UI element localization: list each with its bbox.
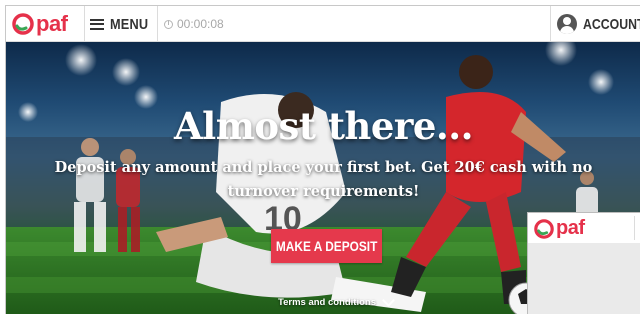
top-navigation-bar: paf MENU 00:00:08 ACCOUNT: [6, 6, 640, 42]
divider: [634, 216, 635, 240]
make-deposit-button[interactable]: MAKE A DEPOSIT: [271, 229, 382, 263]
account-button[interactable]: ACCOUNT: [557, 6, 640, 42]
chevron-down-icon: [382, 294, 395, 307]
nested-app-preview: paf: [527, 212, 640, 314]
hero-subtitle: Deposit any amount and place your first …: [54, 159, 593, 200]
hamburger-icon: [90, 18, 104, 30]
preview-paf-logo[interactable]: paf: [534, 217, 585, 240]
divider: [157, 6, 158, 42]
terms-label: Terms and conditions: [278, 297, 377, 308]
clock-icon: [164, 19, 173, 29]
menu-label: MENU: [110, 15, 149, 33]
menu-button[interactable]: MENU: [90, 6, 155, 42]
session-timer-value: 00:00:08: [177, 17, 224, 31]
preview-brand-wordmark: paf: [556, 217, 585, 239]
session-timer: 00:00:08: [164, 6, 224, 42]
preview-body: [528, 243, 640, 314]
account-label: ACCOUNT: [583, 15, 640, 33]
paf-logo-icon: [12, 13, 34, 35]
preview-header: paf: [528, 213, 640, 244]
user-icon: [557, 14, 577, 34]
divider: [84, 6, 85, 42]
browser-viewport: paf MENU 00:00:08 ACCOUNT 10 Almost ther…: [5, 5, 640, 314]
make-deposit-label: MAKE A DEPOSIT: [275, 238, 378, 254]
divider: [550, 6, 551, 42]
terms-and-conditions-toggle[interactable]: Terms and conditions: [278, 294, 395, 308]
brand-wordmark: paf: [36, 11, 68, 36]
paf-logo[interactable]: paf: [12, 10, 68, 38]
hero-title: Almost there...: [173, 104, 474, 148]
paf-logo-icon: [534, 218, 554, 239]
